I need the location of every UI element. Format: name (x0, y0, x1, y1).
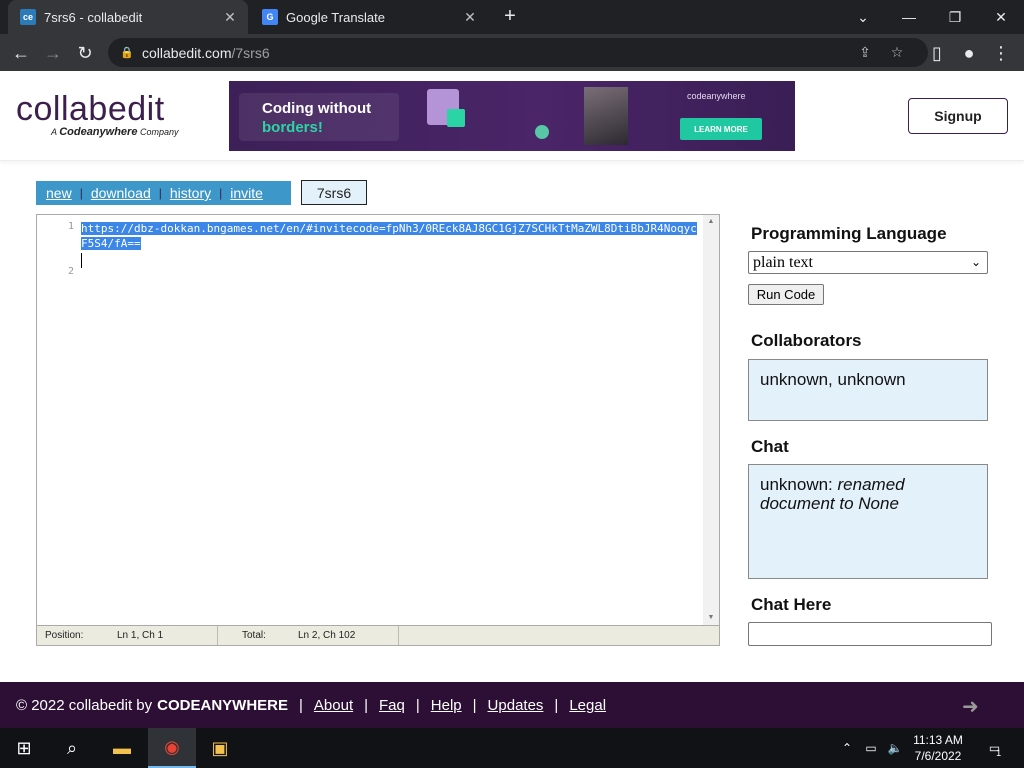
chat-heading: Chat (751, 437, 789, 456)
clock-date: 7/6/2022 (914, 749, 962, 763)
reload-icon[interactable]: ↻ (72, 40, 98, 66)
windows-taskbar: ⊞ ⌕ ▬ ◉ ▣ ⌃ ▭ 🔈 11:13 AM 7/6/2022 ▭ 1 (0, 728, 1024, 768)
language-selected-value: plain text (753, 253, 813, 271)
google-translate-favicon-icon: G (262, 9, 278, 25)
doc-toolbar: new | download | history | invite (36, 181, 291, 205)
tab-title: 7srs6 - collabedit (44, 9, 143, 25)
windows-start-icon[interactable]: ⊞ (0, 728, 48, 768)
back-icon[interactable]: ← (8, 40, 34, 66)
footer-copyright: © 2022 collabedit by (16, 696, 153, 714)
collabedit-favicon-icon: ce (20, 9, 36, 25)
banner-headline: Coding without borders! (262, 100, 372, 136)
editor-status-bar: Position: Ln 1, Ch 1 Total: Ln 2, Ch 102 (37, 625, 719, 645)
selected-code-text[interactable]: https://dbz-dokkan.bngames.net/en/#invit… (81, 222, 697, 250)
run-code-button[interactable]: Run Code (748, 284, 824, 305)
forward-icon[interactable]: → (40, 40, 66, 66)
notification-icon[interactable]: ▭ 1 (980, 728, 1010, 768)
footer-legal-link[interactable]: Legal (569, 697, 606, 714)
line-number: 2 (67, 266, 74, 277)
footer-brand: CODEANYWHERE (157, 696, 288, 714)
browser-tab-bar: ce 7srs6 - collabedit ✕ G Google Transla… (0, 0, 1024, 34)
share-icon[interactable]: ⇪ (852, 38, 878, 67)
tab-title: Google Translate (286, 9, 386, 25)
language-select[interactable]: plain text ⌄ (748, 251, 988, 274)
minimize-icon[interactable]: — (886, 0, 932, 34)
footer-about-link[interactable]: About (314, 697, 353, 714)
code-editor[interactable]: 1 2 https://dbz-dokkan.bngames.net/en/#i… (36, 214, 720, 646)
invite-link[interactable]: invite (230, 185, 263, 201)
chat-user: unknown: (760, 475, 833, 494)
restore-icon[interactable]: ❐ (932, 0, 978, 34)
vertical-scrollbar[interactable]: ▲ ▼ (703, 215, 719, 625)
chrome-icon[interactable]: ◉ (148, 728, 196, 768)
learn-more-button[interactable]: LEARN MORE (680, 118, 762, 140)
notification-count: 1 (996, 748, 1002, 758)
chat-log: unknown: renamed document to None (748, 464, 988, 579)
check-icon (535, 125, 549, 139)
banner-brand: codeanywhere (687, 91, 746, 101)
side-panel-icon[interactable]: ▯ (924, 40, 950, 66)
line-number-gutter: 1 2 (37, 215, 77, 625)
chevron-down-icon: ⌄ (970, 255, 981, 269)
scroll-down-icon[interactable]: ▼ (703, 611, 719, 625)
line-number: 1 (67, 221, 74, 232)
history-link[interactable]: history (170, 185, 211, 201)
chat-input[interactable] (748, 622, 992, 646)
url-host: collabedit.com (142, 44, 232, 61)
tab-collabedit[interactable]: ce 7srs6 - collabedit ✕ (8, 0, 248, 34)
arrow-right-icon[interactable]: ➜ (962, 694, 979, 719)
scroll-up-icon[interactable]: ▲ (703, 215, 719, 229)
profile-icon[interactable]: ● (956, 40, 982, 66)
close-window-icon[interactable]: ✕ (978, 0, 1024, 34)
lock-icon[interactable]: 🔒 (120, 46, 134, 59)
tray-chevron-up-icon[interactable]: ⌃ (838, 728, 856, 768)
site-footer: © 2022 collabedit by CODEANYWHERE | Abou… (0, 682, 1024, 728)
doc-id-badge: 7srs6 (301, 180, 367, 205)
footer-faq-link[interactable]: Faq (379, 697, 405, 714)
ad-banner[interactable]: Coding without borders! codeanywhere LEA… (229, 81, 795, 151)
collabedit-logo[interactable]: collabedit A Codeanywhere Company (16, 91, 178, 138)
menu-kebab-icon[interactable]: ⋮ (988, 40, 1014, 66)
chat-here-heading: Chat Here (751, 595, 832, 614)
collaborators-heading: Collaborators (751, 331, 862, 350)
network-icon[interactable]: ▭ (860, 728, 882, 768)
tab-search-chevron-icon[interactable]: ⌄ (840, 0, 886, 34)
address-bar[interactable]: 🔒 collabedit.com/7srs6 ⇪ ☆ (108, 38, 928, 67)
browser-toolbar: ← → ↻ 🔒 collabedit.com/7srs6 ⇪ ☆ ▯ ● ⋮ (0, 34, 1024, 71)
footer-updates-link[interactable]: Updates (488, 697, 544, 714)
text-cursor (81, 253, 82, 268)
language-heading: Programming Language (751, 224, 947, 243)
site-header: collabedit A Codeanywhere Company Coding… (0, 71, 1024, 161)
new-link[interactable]: new (46, 185, 72, 201)
tab-google-translate[interactable]: G Google Translate ✕ (250, 0, 488, 34)
footer-help-link[interactable]: Help (431, 697, 462, 714)
collaborators-list: unknown, unknown (760, 370, 906, 389)
tab-close-icon[interactable]: ✕ (220, 9, 240, 26)
position-status: Position: Ln 1, Ch 1 (37, 626, 218, 645)
download-link[interactable]: download (91, 185, 151, 201)
laptop-photo (584, 87, 628, 145)
tab-close-icon[interactable]: ✕ (460, 9, 480, 26)
new-tab-icon[interactable]: + (498, 4, 522, 28)
file-explorer-icon[interactable]: ▬ (98, 728, 146, 768)
total-status: Total: Ln 2, Ch 102 (218, 626, 399, 645)
code-content[interactable]: https://dbz-dokkan.bngames.net/en/#invit… (81, 221, 701, 268)
url-path: /7srs6 (231, 44, 270, 61)
python-app-icon[interactable]: ▣ (196, 728, 244, 768)
system-clock[interactable]: 11:13 AM 7/6/2022 (902, 732, 974, 764)
logo-subtitle: A Codeanywhere Company (51, 126, 179, 138)
logo-wordmark: collabedit (16, 90, 165, 128)
clock-time: 11:13 AM (913, 733, 963, 747)
bookmark-star-icon[interactable]: ☆ (884, 38, 910, 67)
code-illustration-icon (447, 109, 465, 127)
search-icon[interactable]: ⌕ (48, 728, 96, 768)
collaborators-box: unknown, unknown (748, 359, 988, 421)
signup-button[interactable]: Signup (908, 98, 1008, 134)
